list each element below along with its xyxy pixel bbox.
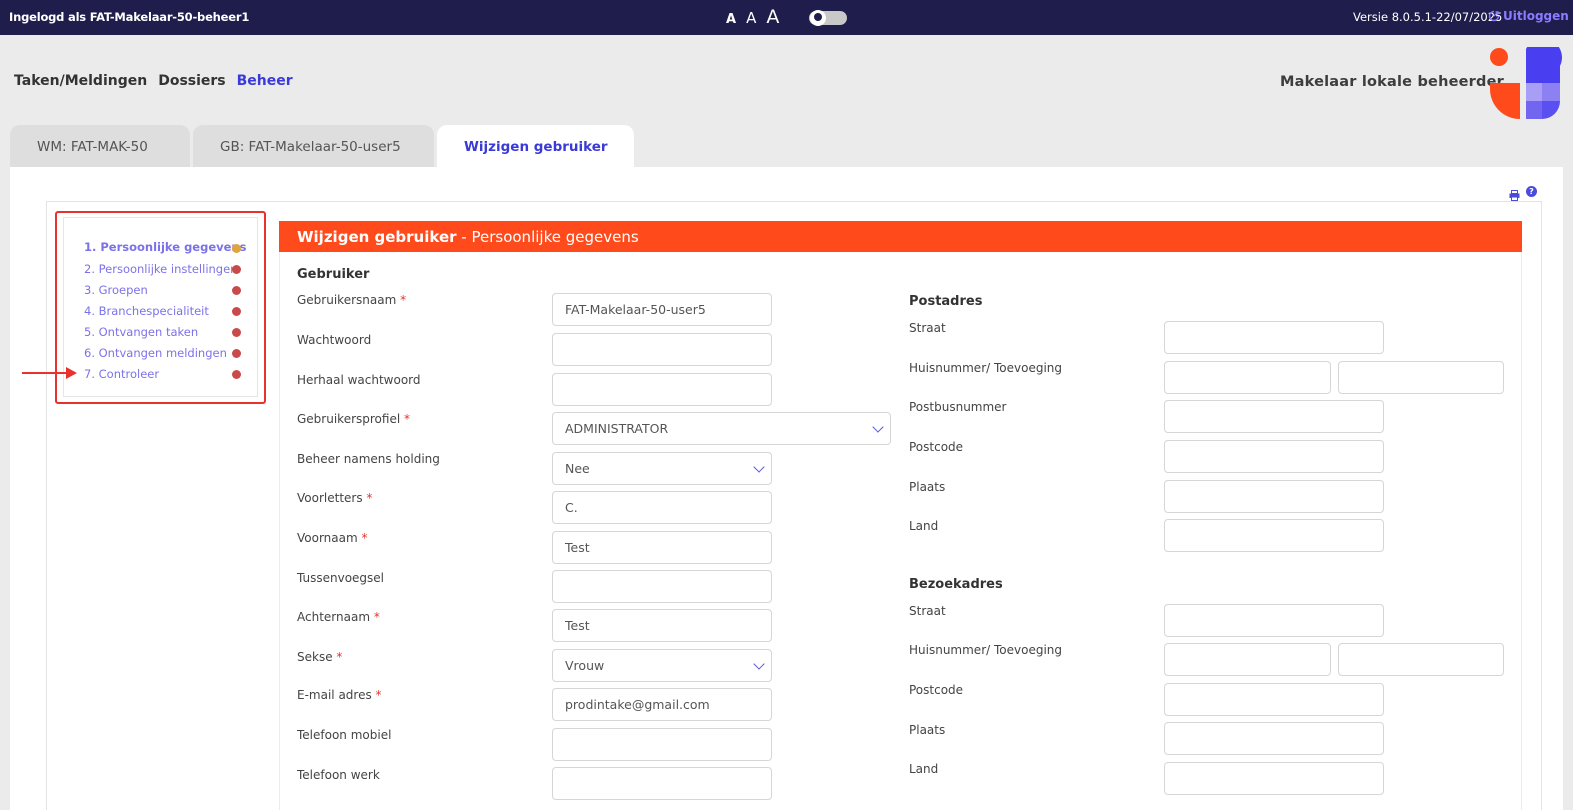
section-postadres: Postadres: [909, 294, 983, 309]
telefoon-mobiel-input[interactable]: [552, 728, 772, 761]
label-post-huisnummer: Huisnummer/ Toevoeging: [909, 361, 1062, 375]
email-input[interactable]: prodintake@gmail.com: [552, 688, 772, 721]
step-groepen[interactable]: 3. Groepen: [84, 283, 148, 297]
label-voorletters: Voorletters *: [297, 491, 373, 505]
telefoon-werk-input[interactable]: [552, 767, 772, 800]
panel-subtitle: - Persoonlijke gegevens: [456, 228, 639, 246]
post-straat-input[interactable]: [1164, 321, 1384, 354]
post-postbusnummer-input[interactable]: [1164, 400, 1384, 433]
post-huisnummer-input[interactable]: [1164, 361, 1331, 394]
post-toevoeging-input[interactable]: [1338, 361, 1504, 394]
bezoek-huisnummer-input[interactable]: [1164, 643, 1331, 676]
logout-label: Uitloggen: [1503, 9, 1569, 23]
label-post-postbusnummer: Postbusnummer: [909, 400, 1007, 414]
post-plaats-input[interactable]: [1164, 480, 1384, 513]
dark-mode-toggle[interactable]: [809, 10, 847, 26]
gebruikersprofiel-select[interactable]: ADMINISTRATOR: [552, 412, 891, 445]
top-bar: Ingelogd als FAT-Makelaar-50-beheer1 A A…: [0, 0, 1573, 35]
page-tools: ?: [1509, 186, 1537, 201]
step-status-dot: [232, 370, 241, 379]
label-telefoon-mobiel: Telefoon mobiel: [297, 728, 392, 742]
step-ontvangen-taken[interactable]: 5. Ontvangen taken: [84, 325, 198, 339]
herhaal-wachtwoord-input[interactable]: [552, 373, 772, 406]
label-wachtwoord: Wachtwoord: [297, 333, 372, 347]
bezoek-straat-input[interactable]: [1164, 604, 1384, 637]
tussenvoegsel-input[interactable]: [552, 570, 772, 603]
user-role: Makelaar lokale beheerder: [1280, 74, 1504, 90]
step-status-dot: [232, 307, 241, 316]
brand-logo: [1490, 47, 1562, 119]
label-voornaam: Voornaam *: [297, 531, 368, 545]
logout-button[interactable]: Uitloggen: [1488, 9, 1569, 23]
bezoek-land-input[interactable]: [1164, 762, 1384, 795]
voorletters-input[interactable]: C.: [552, 491, 772, 524]
post-postcode-input[interactable]: [1164, 440, 1384, 473]
panel-header: Wijzigen gebruiker - Persoonlijke gegeve…: [279, 221, 1522, 252]
label-gebruikersprofiel: Gebruikersprofiel *: [297, 412, 410, 426]
tab-wm[interactable]: WM: FAT-MAK-50: [10, 125, 190, 168]
label-bezoek-straat: Straat: [909, 604, 946, 618]
label-bezoek-postcode: Postcode: [909, 683, 964, 697]
logout-icon: [1488, 10, 1500, 22]
moon-icon: [810, 10, 826, 26]
panel-title: Wijzigen gebruiker: [297, 228, 457, 246]
label-bezoek-land: Land: [909, 762, 939, 776]
label-herhaal-wachtwoord: Herhaal wachtwoord: [297, 373, 421, 387]
step-status-dot: [232, 349, 241, 358]
step-persoonlijke-instellingen[interactable]: 2. Persoonlijke instellingen: [84, 262, 237, 276]
label-gebruikersnaam: Gebruikersnaam *: [297, 293, 407, 307]
bezoek-toevoeging-input[interactable]: [1338, 643, 1504, 676]
section-bezoekadres: Bezoekadres: [909, 577, 1003, 592]
voornaam-input[interactable]: Test: [552, 531, 772, 564]
help-icon[interactable]: ?: [1526, 186, 1537, 197]
label-post-plaats: Plaats: [909, 480, 946, 494]
label-bezoek-huisnummer: Huisnummer/ Toevoeging: [909, 643, 1062, 657]
nav-taken-meldingen[interactable]: Taken/Meldingen: [14, 73, 147, 89]
label-tussenvoegsel: Tussenvoegsel: [297, 571, 385, 585]
tab-gb[interactable]: GB: FAT-Makelaar-50-user5: [193, 125, 434, 168]
print-icon[interactable]: [1509, 186, 1520, 201]
font-size-medium-button[interactable]: A: [746, 9, 756, 27]
font-size-controls: A A A: [726, 6, 779, 28]
label-post-postcode: Postcode: [909, 440, 964, 454]
step-status-dot: [232, 244, 241, 253]
gebruikersnaam-input[interactable]: FAT-Makelaar-50-user5: [552, 293, 772, 326]
nav-dossiers[interactable]: Dossiers: [158, 73, 225, 89]
bezoek-postcode-input[interactable]: [1164, 683, 1384, 716]
main-nav: Taken/Meldingen Dossiers Beheer: [14, 73, 293, 89]
step-persoonlijke-gegevens[interactable]: 1. Persoonlijke gegevens: [84, 240, 246, 254]
sekse-select[interactable]: Vrouw: [552, 649, 772, 682]
label-post-land: Land: [909, 519, 939, 533]
step-status-dot: [232, 265, 241, 274]
step-status-dot: [232, 286, 241, 295]
nav-beheer[interactable]: Beheer: [237, 73, 293, 89]
achternaam-input[interactable]: Test: [552, 609, 772, 642]
label-sekse: Sekse *: [297, 650, 343, 664]
section-gebruiker: Gebruiker: [297, 267, 370, 282]
label-achternaam: Achternaam *: [297, 610, 380, 624]
label-post-straat: Straat: [909, 321, 946, 335]
logged-in-user: Ingelogd als FAT-Makelaar-50-beheer1: [9, 10, 250, 24]
step-controleer[interactable]: 7. Controleer: [84, 367, 159, 381]
wachtwoord-input[interactable]: [552, 333, 772, 366]
label-beheer-namens-holding: Beheer namens holding: [297, 452, 440, 466]
step-ontvangen-meldingen[interactable]: 6. Ontvangen meldingen: [84, 346, 227, 360]
beheer-namens-holding-select[interactable]: Nee: [552, 452, 772, 485]
label-email: E-mail adres *: [297, 688, 382, 702]
post-land-input[interactable]: [1164, 519, 1384, 552]
label-telefoon-werk: Telefoon werk: [297, 768, 380, 782]
tab-wijzigen-gebruiker[interactable]: Wijzigen gebruiker: [437, 125, 634, 168]
annotation-arrow-icon: [22, 367, 77, 379]
bezoek-plaats-input[interactable]: [1164, 722, 1384, 755]
label-bezoek-plaats: Plaats: [909, 723, 946, 737]
font-size-small-button[interactable]: A: [726, 12, 736, 27]
step-status-dot: [232, 328, 241, 337]
version-label: Versie 8.0.5.1-22/07/2025: [1353, 10, 1503, 24]
step-branchespecialiteit[interactable]: 4. Branchespecialiteit: [84, 304, 209, 318]
font-size-large-button[interactable]: A: [766, 6, 779, 28]
